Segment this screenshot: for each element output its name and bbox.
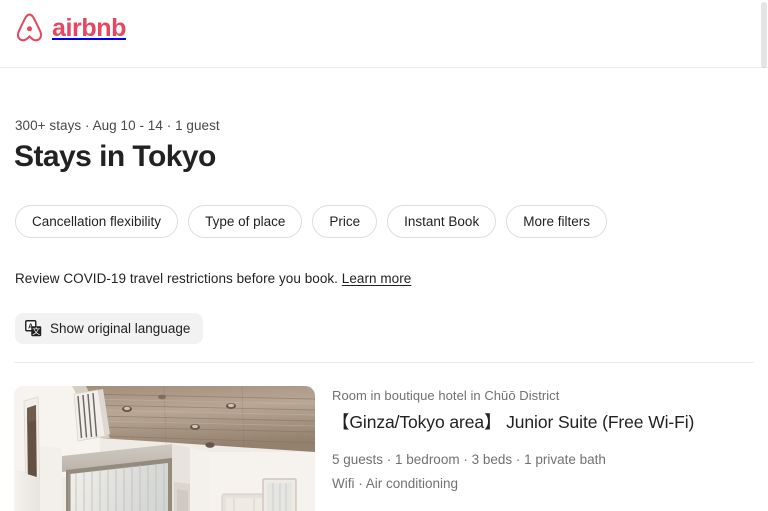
filter-more-filters[interactable]: More filters [506,205,607,238]
listing-amenities: Wifi · Air conditioning [332,475,754,493]
airbnb-belo-icon [14,12,45,45]
page-title: Stays in Tokyo [14,138,216,176]
page-scrollbar[interactable] [760,0,768,511]
filter-instant-book[interactable]: Instant Book [387,205,496,238]
covid-notice-text: Review COVID-19 travel restrictions befo… [15,271,338,286]
listing-type: Room in boutique hotel in Chūō District [332,388,754,404]
search-meta: 300+ stays · Aug 10 - 14 · 1 guest [15,118,220,133]
section-divider [14,362,754,363]
covid-learn-more-link[interactable]: Learn more [342,271,412,286]
page-scrollbar-thumb[interactable] [761,2,767,68]
filter-price[interactable]: Price [312,205,377,238]
covid-notice: Review COVID-19 travel restrictions befo… [15,271,411,286]
translate-icon: A 文 [25,320,42,337]
airbnb-wordmark: airbnb [52,16,126,41]
site-header: airbnb [0,0,768,68]
hotel-room-interior-image [14,386,315,511]
show-original-language-button[interactable]: A 文 Show original language [15,313,203,344]
listing-specs: 5 guests · 1 bedroom · 3 beds · 1 privat… [332,451,754,469]
listing-details: Room in boutique hotel in Chūō District … [332,386,754,511]
airbnb-logo[interactable]: airbnb [14,12,126,45]
listing-photo[interactable] [14,386,315,511]
filter-cancellation-flexibility[interactable]: Cancellation flexibility [15,205,178,238]
show-original-language-label: Show original language [50,321,190,336]
listing-card[interactable]: Room in boutique hotel in Chūō District … [14,386,754,511]
filter-type-of-place[interactable]: Type of place [188,205,302,238]
svg-text:文: 文 [32,326,40,336]
listing-title[interactable]: 【Ginza/Tokyo area】 Junior Suite (Free Wi… [332,411,754,434]
airbnb-search-results-page: airbnb 300+ stays · Aug 10 - 14 · 1 gues… [0,0,768,511]
filter-bar: Cancellation flexibility Type of place P… [15,205,607,238]
